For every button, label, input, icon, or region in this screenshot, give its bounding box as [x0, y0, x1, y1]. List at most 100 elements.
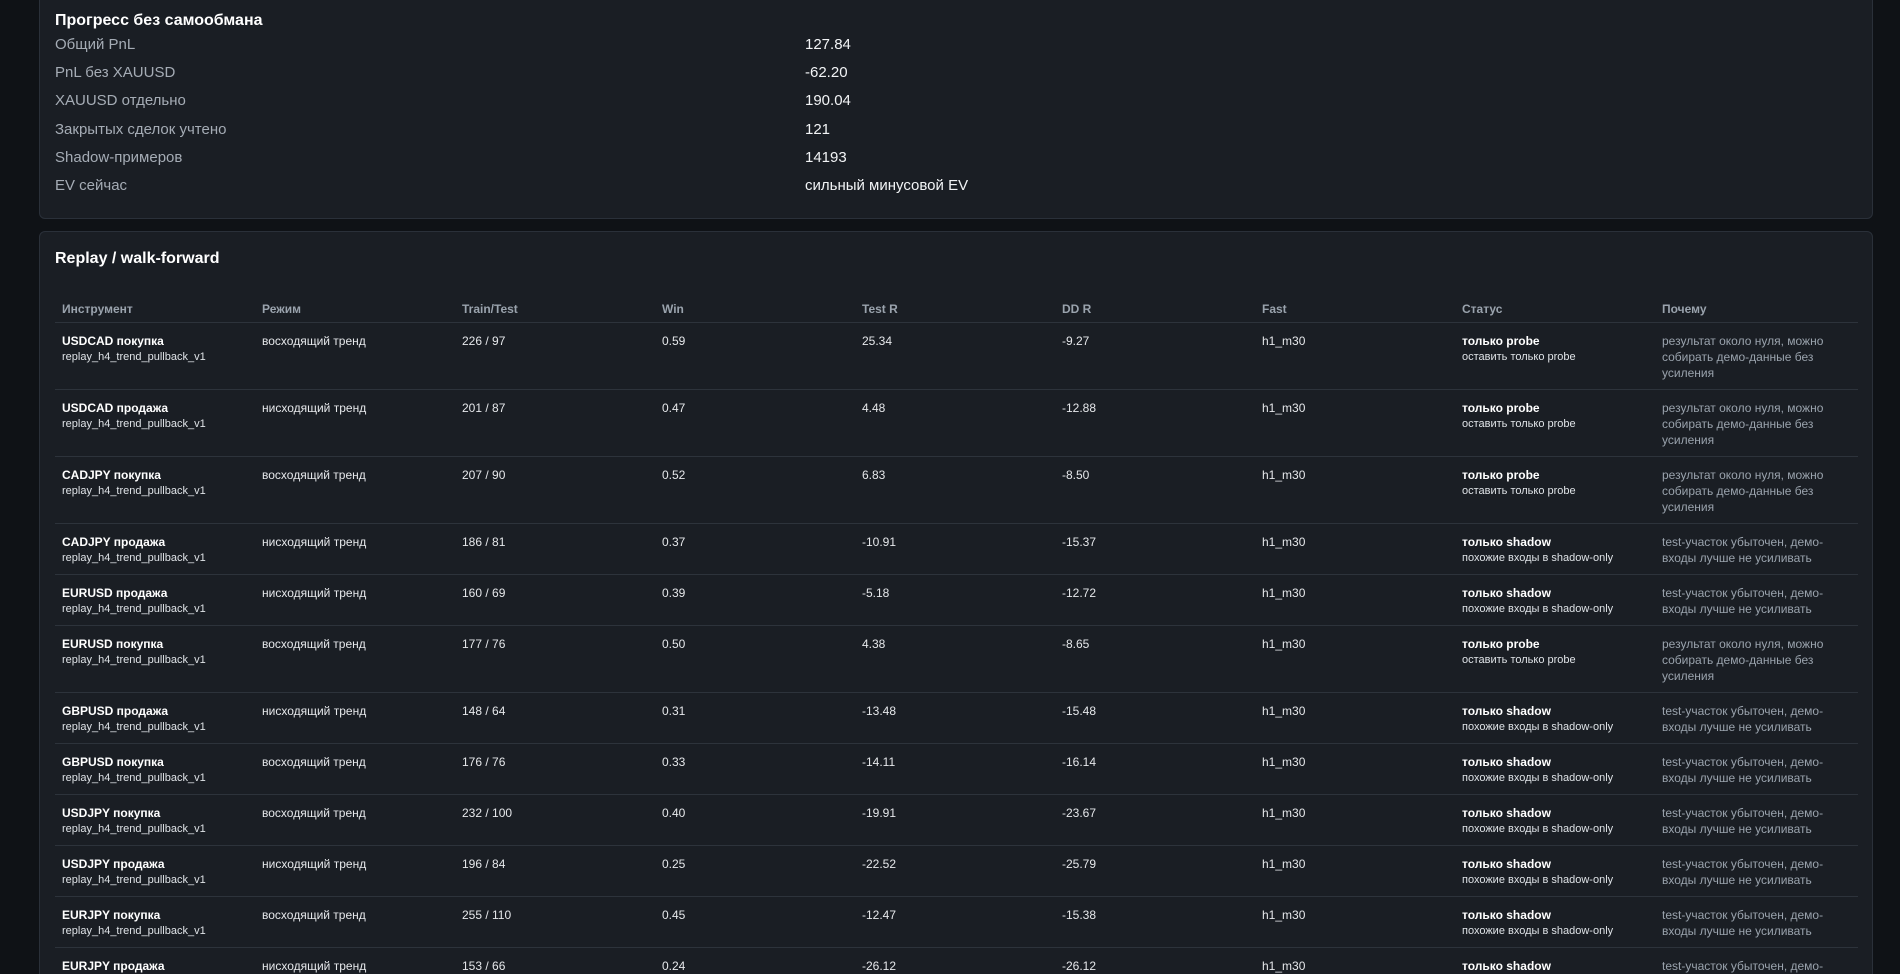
status-note: оставить только probe [1462, 654, 1576, 666]
fast-value: h1_m30 [1262, 908, 1306, 922]
regime-value: восходящий тренд [262, 637, 366, 651]
strategy-name: replay_h4_trend_pullback_v1 [62, 772, 206, 784]
cell-instrument: USDJPY покупка replay_h4_trend_pullback_v… [55, 794, 255, 846]
cell-fast: h1_m30 [1255, 389, 1455, 457]
cell-instrument: USDCAD покупка replay_h4_trend_pullback_v… [55, 322, 255, 390]
fast-value: h1_m30 [1262, 857, 1306, 871]
column-header-regime[interactable]: Режим [255, 300, 455, 323]
column-header-dd-r[interactable]: DD R [1055, 300, 1255, 323]
status-value: только probe [1462, 637, 1540, 651]
cell-why: test-участок убыточен, демо-входы лучше … [1655, 743, 1858, 795]
cell-train-test: 207 / 90 [455, 456, 655, 524]
cell-fast: h1_m30 [1255, 743, 1455, 795]
status-note: оставить только probe [1462, 418, 1576, 430]
status-note: похожие входы в shadow-only [1462, 874, 1614, 886]
replay-card: Replay / walk-forward Инструмент Режим T… [39, 231, 1873, 974]
win-value: 0.33 [662, 755, 686, 769]
table-row[interactable]: EURUSD покупка replay_h4_trend_pullback_v… [55, 625, 1858, 693]
win-value: 0.39 [662, 586, 686, 600]
why-text: test-участок убыточен, демо-входы лучше … [1662, 908, 1824, 938]
fast-value: h1_m30 [1262, 959, 1306, 973]
fast-value: h1_m30 [1262, 468, 1306, 482]
cell-test-r: 4.38 [855, 625, 1055, 693]
dd-r-value: -8.65 [1062, 637, 1090, 651]
table-row[interactable]: EURJPY покупка replay_h4_trend_pullback_v… [55, 896, 1858, 948]
cell-fast: h1_m30 [1255, 692, 1455, 744]
cell-regime: нисходящий тренд [255, 692, 455, 744]
win-value: 0.31 [662, 704, 686, 718]
table-row[interactable]: USDJPY продажа replay_h4_trend_pullback_v… [55, 845, 1858, 897]
progress-key: XAUUSD отдельно [55, 92, 186, 109]
dd-r-value: -23.67 [1062, 806, 1097, 820]
train-test-value: 207 / 90 [462, 468, 506, 482]
column-header-test-r[interactable]: Test R [855, 300, 1055, 323]
column-header-status[interactable]: Статус [1455, 300, 1655, 323]
strategy-name: replay_h4_trend_pullback_v1 [62, 823, 206, 835]
train-test-value: 177 / 76 [462, 637, 506, 651]
status-value: только shadow [1462, 806, 1551, 820]
table-row[interactable]: EURUSD продажа replay_h4_trend_pullback_v… [55, 574, 1858, 626]
dd-r-value: -16.14 [1062, 755, 1097, 769]
cell-win: 0.47 [655, 389, 855, 457]
regime-value: нисходящий тренд [262, 704, 367, 718]
progress-key: Закрытых сделок учтено [55, 121, 227, 138]
table-row[interactable]: GBPUSD продажа replay_h4_trend_pullback_v… [55, 692, 1858, 744]
column-header-train-test[interactable]: Train/Test [455, 300, 655, 323]
cell-test-r: -26.12 [855, 947, 1055, 974]
instrument-name: USDJPY покупка [62, 806, 161, 820]
regime-value: восходящий тренд [262, 806, 366, 820]
cell-win: 0.50 [655, 625, 855, 693]
cell-instrument: EURJPY продажаreplay_h4_trend_pullback_v… [55, 947, 255, 974]
table-row[interactable]: CADJPY покупка replay_h4_trend_pullback_v… [55, 456, 1858, 524]
progress-value: 127.84 [805, 36, 851, 53]
column-header-fast[interactable]: Fast [1255, 300, 1455, 323]
strategy-name: replay_h4_trend_pullback_v1 [62, 418, 206, 430]
test-r-value: -12.47 [862, 908, 897, 922]
train-test-value: 186 / 81 [462, 535, 506, 549]
instrument-name: CADJPY покупка [62, 468, 161, 482]
cell-dd-r: -23.67 [1055, 794, 1255, 846]
fast-value: h1_m30 [1262, 586, 1306, 600]
test-r-value: -14.11 [862, 755, 896, 769]
cell-fast: h1_m30 [1255, 625, 1455, 693]
fast-value: h1_m30 [1262, 334, 1306, 348]
test-r-value: -22.52 [862, 857, 897, 871]
table-row[interactable]: USDCAD продажа replay_h4_trend_pullback_v… [55, 389, 1858, 457]
instrument-name: CADJPY продажа [62, 535, 166, 549]
cell-status: только shadow похожие входы в shadow-only [1455, 845, 1655, 897]
cell-status: только probe оставить только probe [1455, 389, 1655, 457]
strategy-name: replay_h4_trend_pullback_v1 [62, 485, 206, 497]
table-row[interactable]: GBPUSD покупка replay_h4_trend_pullback_v… [55, 743, 1858, 795]
table-row[interactable]: EURJPY продажаreplay_h4_trend_pullback_v… [55, 947, 1858, 974]
progress-value: 121 [805, 121, 831, 138]
cell-train-test: 255 / 110 [455, 896, 655, 948]
progress-row-pnl-without-xauusd: PnL без XAUUSD -62.20 [55, 64, 1855, 88]
table-row[interactable]: USDJPY покупка replay_h4_trend_pullback_v… [55, 794, 1858, 846]
column-header-why[interactable]: Почему [1655, 300, 1858, 323]
table-row[interactable]: USDCAD покупка replay_h4_trend_pullback_v… [55, 322, 1858, 390]
cell-why: результат около нуля, можно собирать дем… [1655, 322, 1858, 390]
status-value: только shadow [1462, 959, 1551, 973]
column-header-instrument[interactable]: Инструмент [55, 300, 255, 323]
progress-key: EV сейчас [55, 177, 128, 194]
train-test-value: 201 / 87 [462, 401, 506, 415]
table-row[interactable]: CADJPY продажа replay_h4_trend_pullback_v… [55, 523, 1858, 575]
progress-value: 14193 [805, 149, 847, 166]
cell-train-test: 176 / 76 [455, 743, 655, 795]
win-value: 0.40 [662, 806, 686, 820]
fast-value: h1_m30 [1262, 806, 1306, 820]
test-r-value: 6.83 [862, 468, 886, 482]
cell-why: test-участок убыточен, демо-входы лучше … [1655, 523, 1858, 575]
dd-r-value: -26.12 [1062, 959, 1097, 973]
cell-regime: восходящий тренд [255, 456, 455, 524]
cell-status: только shadow похожие входы в shadow-only [1455, 743, 1655, 795]
instrument-name: EURJPY продажа [62, 959, 165, 973]
cell-fast: h1_m30 [1255, 845, 1455, 897]
column-header-win[interactable]: Win [655, 300, 855, 323]
dd-r-value: -8.50 [1062, 468, 1090, 482]
cell-regime: восходящий тренд [255, 794, 455, 846]
cell-status: только shadow похожие входы в shadow-only [1455, 574, 1655, 626]
cell-win: 0.39 [655, 574, 855, 626]
why-text: test-участок убыточен, демо-входы лучше … [1662, 959, 1824, 973]
replay-table-body: USDCAD покупка replay_h4_trend_pullback_v… [55, 322, 1858, 974]
